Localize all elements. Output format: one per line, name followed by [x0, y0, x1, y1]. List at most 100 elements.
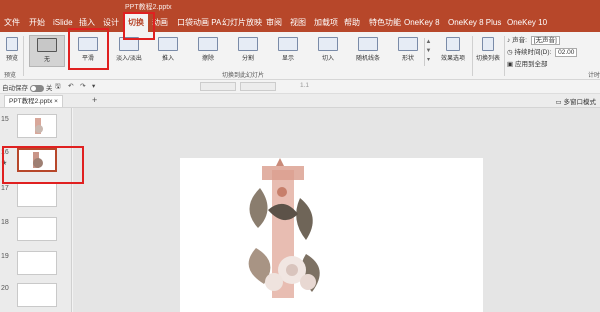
tab-animations[interactable]: 动画 — [152, 14, 168, 32]
autosave-toggle[interactable]: 关 — [30, 82, 52, 92]
tab-onekey8[interactable]: OneKey 8 — [404, 14, 440, 32]
tab-file[interactable]: 文件 — [4, 14, 20, 32]
sound-label: 声音: — [512, 37, 527, 44]
tab-onekey10[interactable]: OneKey 10 — [507, 14, 547, 32]
effect-options-icon — [446, 37, 460, 51]
transition-random-bars[interactable]: 随机线条 — [350, 35, 386, 67]
document-tab-label: PPT教程2.pptx — [9, 98, 53, 105]
transition-cut-icon — [318, 37, 338, 51]
transition-label: 显示 — [281, 56, 294, 62]
document-tab-bar: PPT教程2.pptx × + ▭ 多窗口模式 — [0, 94, 600, 108]
tab-home[interactable]: 开始 — [29, 14, 45, 32]
slide-thumbnail[interactable] — [17, 283, 57, 307]
switch-list-icon — [482, 37, 494, 51]
customize-icon[interactable]: ▾ — [92, 82, 95, 90]
apply-all-row[interactable]: ▣ 应用到全部 — [507, 58, 547, 68]
transition-shape-icon — [398, 37, 418, 51]
clock-icon: ◷ — [507, 49, 513, 56]
tab-view[interactable]: 视图 — [290, 14, 306, 32]
tab-islide[interactable]: iSlide — [53, 14, 73, 32]
transition-label: 推入 — [161, 56, 174, 62]
transition-wipe-icon — [198, 37, 218, 51]
transition-reveal[interactable]: 显示 — [270, 35, 306, 67]
multi-window-button[interactable]: ▭ 多窗口模式 — [556, 96, 596, 106]
transition-cut[interactable]: 切入 — [310, 35, 346, 67]
tab-onekey8plus[interactable]: OneKey 8 Plus — [448, 14, 501, 32]
transition-wipe[interactable]: 擦除 — [190, 35, 226, 67]
transition-label: 随机线条 — [355, 56, 380, 62]
slide-thumbnail[interactable] — [17, 114, 57, 138]
transition-label: 无 — [43, 57, 50, 63]
slide-star-icon: ★ — [1, 160, 8, 167]
slide-number: 15 — [1, 116, 9, 123]
duration-label: 持续时间(D): — [514, 49, 552, 56]
current-slide[interactable] — [180, 158, 483, 312]
effect-options-button[interactable]: 效果选项 — [436, 35, 470, 67]
sound-row: ♪ 声音: [无声音] — [507, 34, 560, 45]
transition-fade-icon — [119, 37, 139, 51]
floral-letter-image — [248, 158, 320, 298]
slide-number: 16 — [1, 149, 9, 156]
tab-design[interactable]: 设计 — [103, 14, 119, 32]
transition-split[interactable]: 分割 — [230, 35, 266, 67]
tab-addins[interactable]: 加载项 — [314, 14, 338, 32]
menu-bar: 文件 开始 iSlide 插入 设计 切换 动画 口袋动画 PA 幻灯片放映 审… — [0, 14, 600, 32]
width-field[interactable] — [200, 82, 236, 91]
transition-none[interactable]: 无 — [29, 35, 65, 67]
transition-shape[interactable]: 形状 — [390, 35, 426, 67]
duration-input[interactable]: 02.00 — [555, 47, 578, 57]
transition-reveal-icon — [278, 37, 298, 51]
slide-15-image — [35, 118, 43, 134]
transition-fade[interactable]: 淡入/淡出 — [111, 35, 147, 67]
redo-icon[interactable]: ↷ — [80, 82, 85, 90]
slide-number: 20 — [1, 285, 9, 292]
autosave-label: 自动保存 — [2, 85, 28, 92]
apply-all-icon: ▣ — [507, 61, 514, 68]
slide-thumbnail[interactable] — [17, 251, 57, 275]
transition-push-icon — [158, 37, 178, 51]
sound-icon: ♪ — [507, 37, 511, 44]
timing-group-label: 计时 — [588, 73, 600, 79]
slide-thumbnail[interactable] — [17, 217, 57, 241]
transition-split-icon — [238, 37, 258, 51]
sound-select[interactable]: [无声音] — [530, 35, 560, 45]
transition-label: 平滑 — [81, 56, 94, 62]
slide-thumbnail-selected[interactable] — [17, 148, 57, 172]
height-field[interactable] — [240, 82, 276, 91]
transition-random-bars-icon — [358, 37, 378, 51]
slide-thumbnail[interactable] — [17, 183, 57, 207]
quick-access-toolbar: 自动保存 关 🖫 ↶ ↷ ▾ 1.1 — [0, 80, 600, 94]
transition-morph[interactable]: 平滑 — [70, 35, 106, 67]
undo-icon[interactable]: ↶ — [68, 82, 73, 90]
document-tab[interactable]: PPT教程2.pptx × — [4, 95, 63, 107]
divider — [23, 36, 24, 76]
tab-featured[interactable]: 特色功能 — [369, 14, 401, 32]
transition-push[interactable]: 推入 — [150, 35, 186, 67]
tab-slideshow[interactable]: 幻灯片放映 — [222, 14, 262, 32]
transition-morph-icon — [78, 37, 98, 51]
save-icon[interactable]: 🖫 — [55, 82, 61, 93]
preview-label: 预览 — [5, 56, 18, 62]
transition-label: 形状 — [401, 56, 414, 62]
new-tab-icon[interactable]: + — [92, 95, 97, 105]
tab-pocket-animation[interactable]: 口袋动画 PA — [177, 14, 221, 32]
tab-transitions[interactable]: 切换 — [124, 14, 148, 32]
gallery-scroll[interactable]: ▲ ▼ ▾ — [424, 38, 432, 66]
tab-insert[interactable]: 插入 — [79, 14, 95, 32]
preview-button[interactable]: 预览 — [2, 35, 22, 67]
preview-group-label: 预览 — [4, 73, 17, 79]
tab-review[interactable]: 审阅 — [266, 14, 282, 32]
divider — [504, 36, 505, 76]
switch-list-label: 切换列表 — [475, 56, 500, 62]
transition-label: 淡入/淡出 — [116, 56, 142, 62]
slide-number: 19 — [1, 253, 9, 260]
switch-list-button[interactable]: 切换列表 — [473, 35, 503, 67]
document-title: PPT教程2.pptx — [125, 4, 172, 11]
tab-help[interactable]: 帮助 — [344, 14, 360, 32]
slide-16-image — [33, 152, 43, 168]
ribbon: 预览 预览 无 平滑 淡入/淡出 推入 擦除 分割 显示 切入 随机线条 形状 — [0, 32, 600, 80]
transition-label: 切入 — [321, 56, 334, 62]
duration-row: ◷ 持续时间(D): 02.00 — [507, 46, 578, 57]
effect-options-label: 效果选项 — [440, 56, 465, 62]
transition-group-label: 切换到此幻灯片 — [222, 73, 265, 79]
